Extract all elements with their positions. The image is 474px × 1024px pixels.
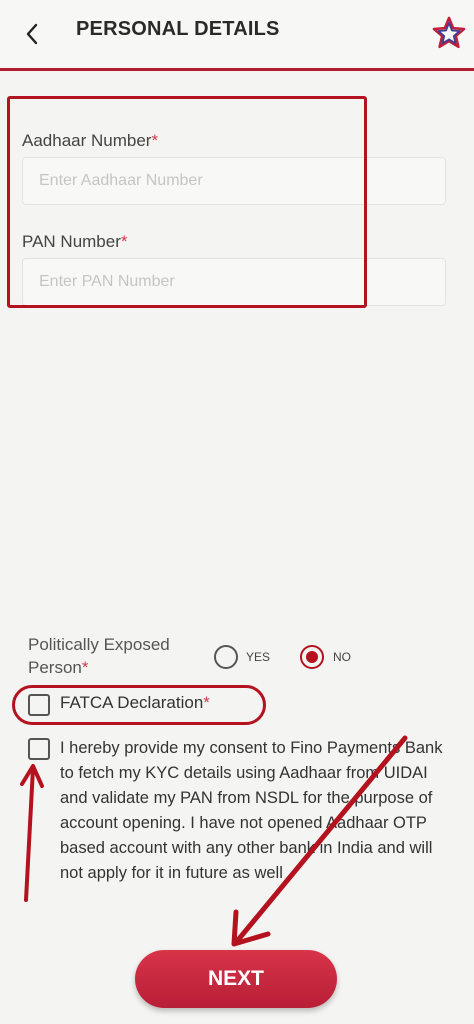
required-marker: * (81, 658, 89, 677)
pep-label: Politically Exposed Person* (28, 633, 170, 679)
pep-yes-radio[interactable] (214, 645, 238, 669)
app-header: PERSONAL DETAILS (0, 0, 474, 71)
pep-yes-label: YES (246, 650, 271, 664)
pep-label-line1: Politically Exposed (28, 635, 170, 654)
annotation-highlight-box (7, 96, 367, 308)
back-button[interactable] (16, 18, 48, 50)
pep-no-radio[interactable] (300, 645, 324, 669)
pep-label-line2: Person (28, 658, 82, 677)
next-button[interactable]: NEXT (135, 950, 337, 1008)
consent-text: I hereby provide my consent to Fino Paym… (60, 739, 443, 882)
chevron-left-icon (26, 23, 38, 45)
annotation-highlight-oval (12, 685, 266, 725)
pep-no-label: NO (333, 650, 351, 664)
page-title: PERSONAL DETAILS (76, 18, 280, 40)
annotation-arrow-up (20, 764, 44, 902)
consent-checkbox[interactable] (28, 738, 50, 760)
star-icon (432, 16, 466, 49)
favorite-button[interactable] (430, 14, 468, 52)
